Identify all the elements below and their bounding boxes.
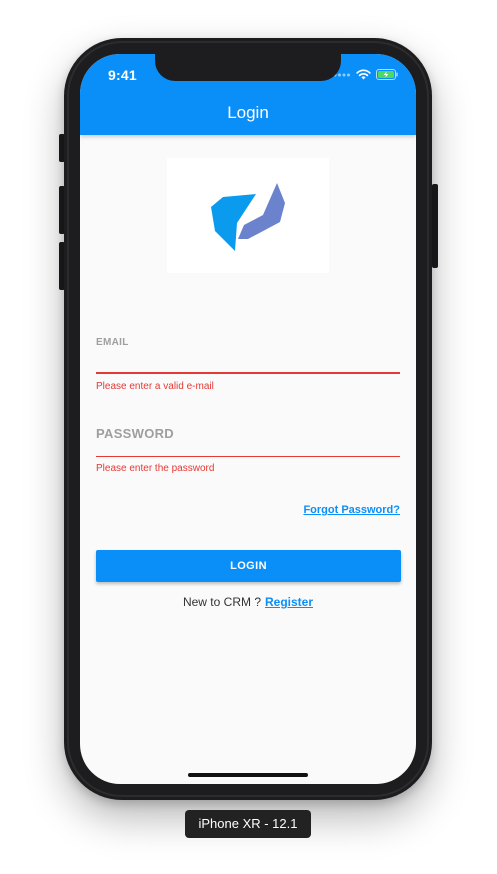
register-prompt-text: New to CRM ?	[182, 595, 261, 609]
device-label: iPhone XR - 12.1	[185, 810, 311, 838]
phone-screen: 9:41 Login EMAIL Please enter a valid e-…	[80, 54, 416, 784]
email-field[interactable]	[96, 372, 400, 374]
simulator-stage: 9:41 Login EMAIL Please enter a valid e-…	[0, 0, 497, 874]
status-time: 9:41	[108, 67, 137, 83]
email-label: EMAIL	[96, 337, 129, 348]
logo-container	[167, 158, 329, 273]
register-prompt: New to CRM ? Register	[80, 595, 416, 609]
page-title: Login	[227, 103, 269, 122]
battery-charging-icon	[376, 69, 398, 80]
status-icons	[333, 69, 398, 80]
brand-logo-icon	[211, 183, 285, 251]
wifi-icon	[356, 69, 371, 80]
login-button[interactable]: LOGIN	[96, 550, 401, 582]
email-error-message: Please enter a valid e-mail	[96, 381, 214, 392]
forgot-password-link[interactable]: Forgot Password?	[303, 504, 400, 516]
password-field[interactable]: PASSWORD	[96, 426, 174, 441]
password-underline	[96, 456, 400, 457]
register-link[interactable]: Register	[265, 595, 313, 609]
camera-notch	[155, 54, 341, 81]
app-bar: 9:41 Login	[80, 54, 416, 135]
home-indicator[interactable]	[188, 773, 308, 777]
password-error-message: Please enter the password	[96, 463, 215, 474]
power-button	[432, 184, 438, 268]
